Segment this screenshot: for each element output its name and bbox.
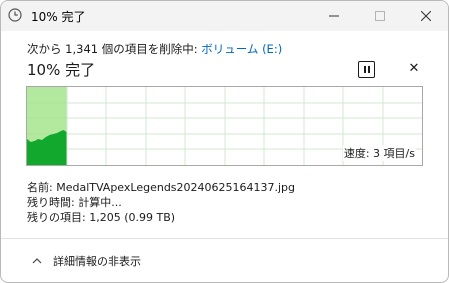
progress-headline: 10% 完了 <box>27 61 96 79</box>
maximize-button[interactable] <box>357 1 403 31</box>
maximize-icon <box>375 11 385 21</box>
delete-progress-dialog: 10% 完了 次から 1,341 個の項目を削除中: ボリューム (E:) 10… <box>0 0 449 283</box>
hide-details-button[interactable]: 詳細情報の非表示 <box>31 253 141 269</box>
speed-graph: 速度: 3 項目/s <box>26 86 423 166</box>
close-icon <box>421 11 431 21</box>
destination-link[interactable]: ボリューム (E:) <box>201 42 282 56</box>
minimize-icon <box>329 15 339 17</box>
operation-status-text: 次から 1,341 個の項目を削除中: <box>27 42 202 56</box>
close-icon: ✕ <box>408 61 420 76</box>
detail-name-label: 名前: <box>27 181 53 194</box>
title-bar[interactable]: 10% 完了 <box>1 1 448 31</box>
speed-label: 速度: 3 項目/s <box>342 145 416 161</box>
detail-items-label: 残りの項目: <box>27 211 86 224</box>
detail-name: 名前: MedalTVApexLegends20240625164137.jpg <box>27 179 295 195</box>
chevron-up-icon <box>32 258 42 264</box>
hide-details-label: 詳細情報の非表示 <box>53 255 141 268</box>
pause-icon <box>363 66 366 73</box>
minimize-button[interactable] <box>311 1 357 31</box>
detail-name-value: MedalTVApexLegends20240625164137.jpg <box>56 181 296 194</box>
detail-time-value: 計算中... <box>78 196 122 209</box>
pause-button[interactable] <box>358 61 375 78</box>
close-button[interactable] <box>403 1 448 31</box>
clock-icon <box>8 8 22 22</box>
detail-time-label: 残り時間: <box>27 196 75 209</box>
detail-items-value: 1,205 (0.99 TB) <box>89 211 176 224</box>
operation-status: 次から 1,341 個の項目を削除中: ボリューム (E:) <box>27 41 282 57</box>
detail-items: 残りの項目: 1,205 (0.99 TB) <box>27 209 175 225</box>
cancel-button[interactable]: ✕ <box>406 61 422 77</box>
detail-time: 残り時間: 計算中... <box>27 194 122 210</box>
window-title: 10% 完了 <box>31 10 86 24</box>
divider <box>1 238 448 239</box>
